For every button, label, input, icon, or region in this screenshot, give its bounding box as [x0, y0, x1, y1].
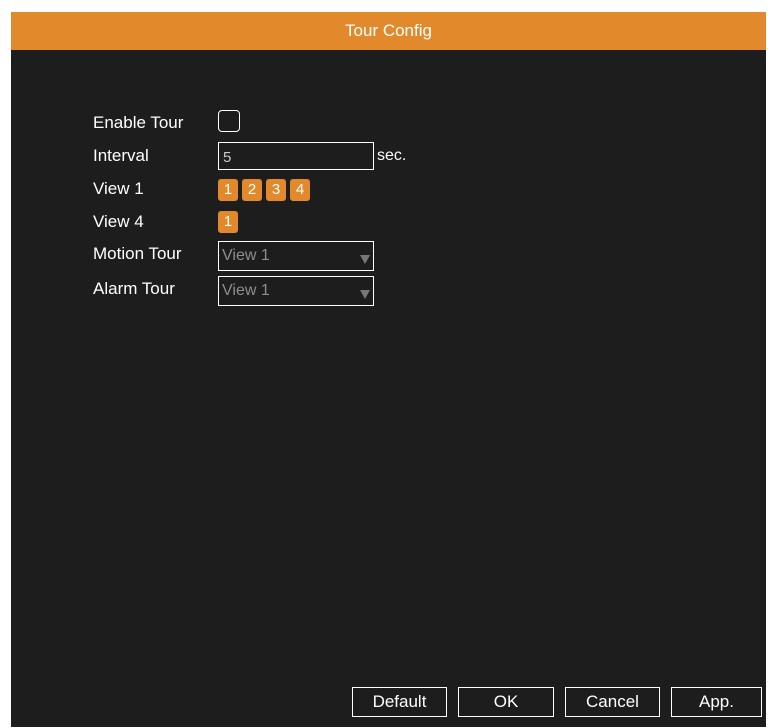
tour-config-dialog: Tour Config Enable Tour Interval sec. Vi…	[11, 12, 766, 727]
enable-tour-checkbox[interactable]	[218, 110, 240, 132]
view1-channel-2[interactable]: 2	[242, 179, 262, 201]
default-button[interactable]: Default	[352, 687, 447, 717]
ok-button[interactable]: OK	[458, 687, 554, 717]
motion-tour-selected-value: View 1	[222, 247, 270, 264]
motion-tour-label: Motion Tour	[93, 244, 182, 263]
interval-input[interactable]	[218, 142, 374, 170]
chevron-down-icon	[360, 255, 370, 264]
view4-label: View 4	[93, 212, 144, 231]
view1-label: View 1	[93, 179, 144, 198]
alarm-tour-selected-value: View 1	[222, 282, 270, 299]
view1-channel-4[interactable]: 4	[290, 179, 310, 201]
interval-unit: sec.	[377, 147, 407, 164]
cancel-button[interactable]: Cancel	[565, 687, 660, 717]
dialog-title: Tour Config	[11, 12, 766, 50]
enable-tour-label: Enable Tour	[93, 113, 184, 132]
view1-channel-1[interactable]: 1	[218, 179, 238, 201]
interval-label: Interval	[93, 146, 149, 165]
alarm-tour-label: Alarm Tour	[93, 279, 175, 298]
motion-tour-select[interactable]: View 1	[218, 241, 374, 271]
chevron-down-icon	[360, 290, 370, 299]
view4-channel-1[interactable]: 1	[218, 211, 238, 233]
alarm-tour-select[interactable]: View 1	[218, 276, 374, 306]
apply-button[interactable]: App.	[671, 687, 762, 717]
view1-channel-3[interactable]: 3	[266, 179, 286, 201]
